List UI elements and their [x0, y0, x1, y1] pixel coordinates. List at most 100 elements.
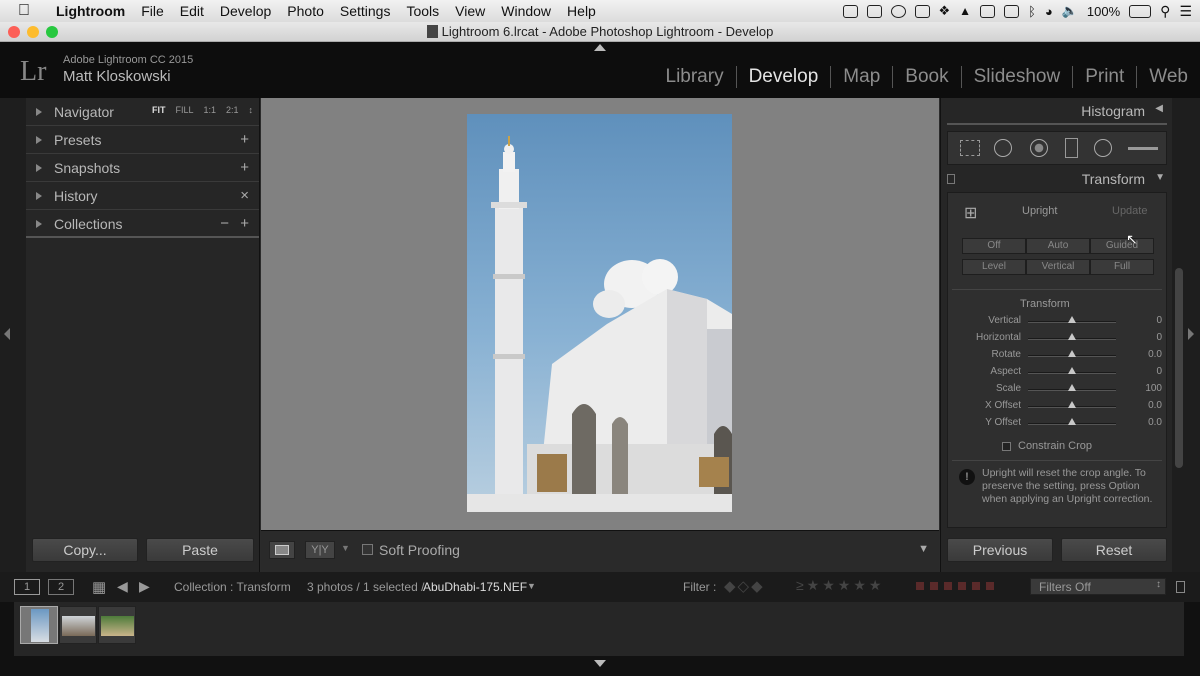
back-arrow-icon[interactable]: ◀	[117, 578, 128, 595]
menu-file[interactable]: File	[133, 3, 172, 19]
collapse-filmstrip-icon[interactable]	[594, 660, 606, 667]
module-map[interactable]: Map	[831, 66, 894, 88]
module-develop[interactable]: Develop	[737, 66, 832, 88]
clear-history-icon[interactable]: ×	[240, 187, 249, 204]
screen-2-button[interactable]: 2	[48, 579, 74, 595]
menu-window[interactable]: Window	[493, 3, 559, 19]
screen-1-button[interactable]: 1	[14, 579, 40, 595]
menu-tools[interactable]: Tools	[398, 3, 447, 19]
notification-center-icon[interactable]: ☰	[1179, 3, 1192, 20]
menu-photo[interactable]: Photo	[279, 3, 332, 19]
crop-overlay-tool-icon[interactable]	[960, 140, 980, 156]
creative-cloud-icon[interactable]	[890, 4, 906, 18]
photo-preview[interactable]	[467, 114, 732, 512]
apple-icon[interactable]: 	[0, 2, 48, 20]
slider-thumb[interactable]	[1068, 350, 1076, 357]
spot-removal-tool-icon[interactable]	[994, 139, 1012, 157]
add-collection-icon[interactable]: +	[240, 215, 249, 232]
upright-off-button[interactable]: Off	[962, 238, 1026, 254]
previous-button[interactable]: Previous	[947, 538, 1053, 562]
filmstrip-thumbnail[interactable]	[98, 606, 136, 644]
slider-value[interactable]: 0.0	[1122, 417, 1162, 428]
soft-proofing-checkbox[interactable]	[362, 544, 373, 555]
slider-thumb[interactable]	[1068, 316, 1076, 323]
menu-edit[interactable]: Edit	[172, 3, 212, 19]
flag-filter-icons[interactable]: ◆◇◆	[724, 577, 765, 595]
close-window-button[interactable]	[8, 26, 20, 38]
collapse-top-panel-icon[interactable]	[594, 44, 606, 51]
left-panel-edge[interactable]	[0, 98, 26, 572]
grid-view-icon[interactable]: ▦	[92, 578, 106, 596]
slider-value[interactable]: 100	[1122, 383, 1162, 394]
forward-arrow-icon[interactable]: ▶	[139, 578, 150, 595]
volume-icon[interactable]: 🔈	[1062, 3, 1078, 19]
rating-filter-icons[interactable]: ≥★★★★★	[796, 577, 884, 594]
image-canvas[interactable]	[261, 98, 939, 530]
navigator-header[interactable]: Navigator FIT FILL 1:1 2:1 ↕	[26, 98, 259, 126]
slider-value[interactable]: 0.0	[1122, 349, 1162, 360]
slider-value[interactable]: 0	[1122, 366, 1162, 377]
collapse-right-panel-icon[interactable]	[1188, 328, 1194, 340]
battery-icon[interactable]	[1129, 4, 1152, 18]
collapse-left-panel-icon[interactable]	[4, 328, 10, 340]
update-button[interactable]: Update	[1112, 205, 1147, 217]
reset-button[interactable]: Reset	[1061, 538, 1167, 562]
selected-filename[interactable]: AbuDhabi-175.NEF	[423, 580, 527, 594]
collection-source[interactable]: Collection : Transform	[174, 580, 291, 594]
history-header[interactable]: History ×	[26, 182, 259, 210]
spotlight-search-icon[interactable]: ⚲	[1160, 3, 1170, 20]
slider-thumb[interactable]	[1068, 333, 1076, 340]
copy-button[interactable]: Copy...	[32, 538, 138, 562]
graduated-filter-tool-icon[interactable]	[1065, 138, 1078, 158]
adjustment-brush-tool-icon[interactable]	[1128, 147, 1158, 150]
filename-menu-icon[interactable]: ▼	[527, 581, 536, 591]
add-snapshot-icon[interactable]: +	[240, 159, 249, 176]
module-library[interactable]: Library	[654, 66, 737, 88]
before-after-button[interactable]: Y|Y	[305, 541, 335, 559]
right-panel-edge[interactable]	[1172, 98, 1200, 572]
zoom-stepper-icon[interactable]: ↕	[249, 105, 254, 115]
slider-value[interactable]: 0	[1122, 332, 1162, 343]
facetime-icon[interactable]	[866, 4, 882, 18]
right-panel-scrollbar[interactable]	[1175, 268, 1183, 468]
battery-percent[interactable]: 100%	[1087, 4, 1120, 19]
filmstrip-thumbnail[interactable]	[59, 606, 97, 644]
upright-guided-button[interactable]: Guided	[1090, 238, 1154, 254]
remove-collection-icon[interactable]: −	[220, 215, 229, 232]
slider-thumb[interactable]	[1068, 401, 1076, 408]
menu-develop[interactable]: Develop	[212, 3, 279, 19]
bluetooth-icon[interactable]: ᛒ	[1028, 4, 1036, 19]
red-eye-tool-icon[interactable]	[1030, 139, 1048, 157]
presets-header[interactable]: Presets +	[26, 126, 259, 154]
slider-value[interactable]: 0.0	[1122, 400, 1162, 411]
transform-header[interactable]: Transform ▼	[941, 166, 1173, 192]
menu-app[interactable]: Lightroom	[48, 3, 133, 19]
histogram-header[interactable]: Histogram ◀	[941, 98, 1173, 124]
color-label-filter-icons[interactable]	[916, 582, 1000, 590]
zoom-fit[interactable]: FIT	[152, 105, 166, 115]
filters-preset-dropdown[interactable]: Filters Off ↕	[1030, 578, 1166, 595]
module-web[interactable]: Web	[1137, 66, 1200, 88]
collections-header[interactable]: Collections − +	[26, 210, 259, 238]
zoom-1-1[interactable]: 1:1	[203, 105, 216, 115]
airplay-icon[interactable]	[980, 4, 996, 18]
wifi-icon[interactable]: ◕	[1045, 4, 1053, 19]
radial-filter-tool-icon[interactable]	[1094, 139, 1112, 157]
zoom-window-button[interactable]	[46, 26, 58, 38]
upright-level-button[interactable]: Level	[962, 259, 1026, 275]
toolbar-menu-icon[interactable]: ▼	[918, 543, 929, 555]
paste-button[interactable]: Paste	[146, 538, 254, 562]
module-slideshow[interactable]: Slideshow	[962, 66, 1074, 88]
upright-auto-button[interactable]: Auto	[1026, 238, 1090, 254]
keyboard-icon[interactable]	[1004, 4, 1020, 18]
loupe-view-button[interactable]	[269, 541, 295, 559]
slider-thumb[interactable]	[1068, 384, 1076, 391]
slider-value[interactable]: 0	[1122, 315, 1162, 326]
panel-switch-icon[interactable]	[947, 174, 955, 184]
upright-full-button[interactable]: Full	[1090, 259, 1154, 275]
minimize-window-button[interactable]	[27, 26, 39, 38]
screen-icon[interactable]	[914, 4, 930, 18]
zoom-fill[interactable]: FILL	[175, 105, 193, 115]
slider-thumb[interactable]	[1068, 418, 1076, 425]
add-preset-icon[interactable]: +	[240, 131, 249, 148]
